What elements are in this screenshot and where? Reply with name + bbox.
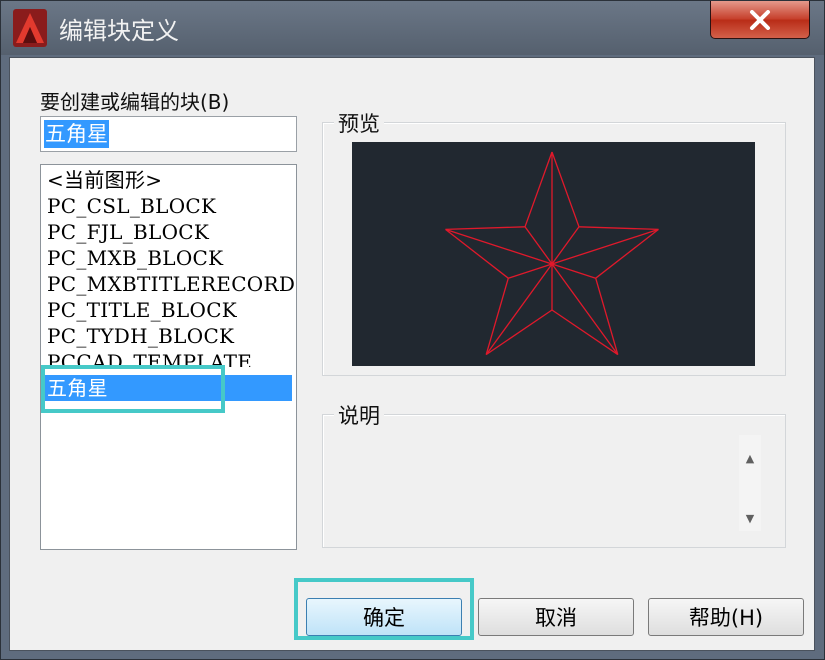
window-title: 编辑块定义 xyxy=(59,17,179,45)
list-item[interactable]: PCCAD_TEMPLATE xyxy=(47,349,252,367)
cancel-button-label: 取消 xyxy=(535,606,577,630)
scroll-up-icon[interactable]: ▲ xyxy=(741,453,759,465)
autocad-logo-icon xyxy=(13,9,47,47)
title-bar[interactable]: 编辑块定义 xyxy=(1,1,824,55)
preview-label: 预览 xyxy=(334,108,384,138)
list-item[interactable]: <当前图形> xyxy=(47,167,162,193)
help-button-label: 帮助(H) xyxy=(688,606,764,630)
list-item[interactable]: PC_TYDH_BLOCK xyxy=(47,323,234,349)
block-name-input[interactable]: 五角星 xyxy=(40,116,297,152)
dialog-body: 要创建或编辑的块(B) 五角星 <当前图形> PC_CSL_BLOCK PC_FJL… xyxy=(9,57,815,651)
scroll-down-icon[interactable]: ▼ xyxy=(741,513,759,525)
list-item[interactable]: PC_TITLE_BLOCK xyxy=(47,297,237,323)
list-item[interactable]: PC_MXBTITLERECORD xyxy=(47,271,295,297)
description-label: 说明 xyxy=(334,400,384,430)
cancel-button[interactable]: 取消 xyxy=(478,598,634,636)
close-icon xyxy=(750,9,770,30)
ok-button[interactable]: 确定 xyxy=(306,598,462,636)
ok-button-label: 确定 xyxy=(363,606,405,630)
list-item[interactable]: PC_FJL_BLOCK xyxy=(47,219,209,245)
description-scrollbar[interactable]: ▲ ▼ xyxy=(739,435,761,531)
list-item[interactable]: PC_CSL_BLOCK xyxy=(47,193,216,219)
list-item-selected[interactable]: 五角星 xyxy=(43,375,292,401)
close-button[interactable] xyxy=(710,1,810,39)
block-list[interactable]: <当前图形> PC_CSL_BLOCK PC_FJL_BLOCK PC_MXB_BLO… xyxy=(40,164,297,550)
list-item[interactable]: PC_MXB_BLOCK xyxy=(47,245,223,271)
description-group xyxy=(322,414,786,548)
help-button[interactable]: 帮助(H) xyxy=(648,598,804,636)
block-preview xyxy=(352,142,755,366)
block-to-edit-label: 要创建或编辑的块(B) xyxy=(40,90,230,114)
block-name-value: 五角星 xyxy=(44,120,109,148)
star-icon xyxy=(445,151,659,356)
edit-block-definition-dialog: 编辑块定义 要创建或编辑的块(B) 五角星 <当前图形> PC_CSL_BLOCK… xyxy=(0,0,825,660)
